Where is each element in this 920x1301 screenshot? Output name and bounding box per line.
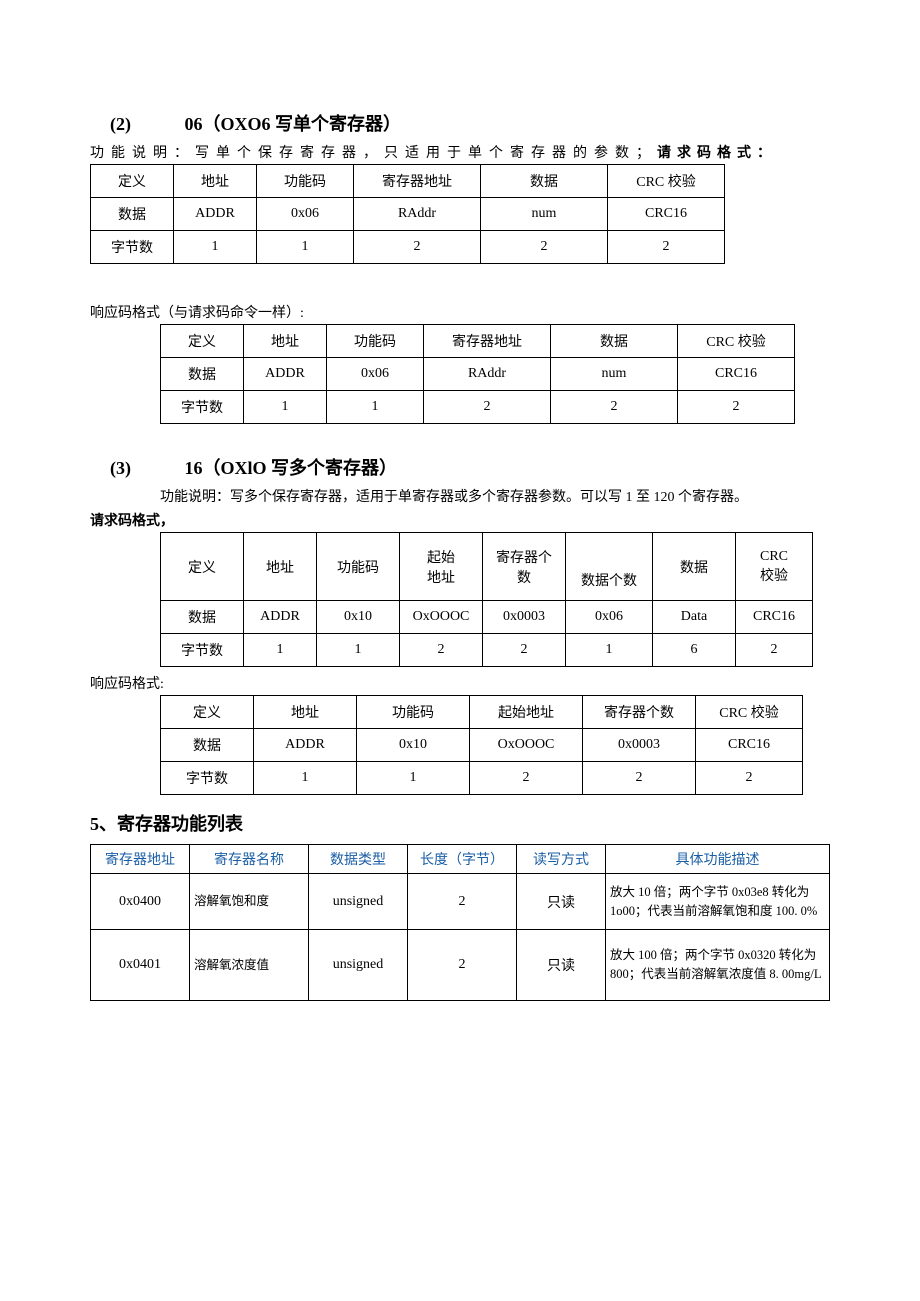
section-3-title: 16（OXlO 写多个寄存器） — [185, 458, 398, 478]
table-row: 定义 地址 功能码 起始地址 寄存器个数 CRC 校验 — [161, 696, 803, 729]
table-row: 定义 地址 功能码 寄存器地址 数据 CRC 校验 — [161, 325, 795, 358]
table-row: 字节数 1 1 2 2 2 — [161, 762, 803, 795]
table-row: 字节数 1 1 2 2 2 — [91, 231, 725, 264]
section-3-request-label: 请求码格式， — [90, 510, 830, 530]
table-row: 0x0401 溶解氧浓度值 unsigned 2 只读 放大 100 倍；两个字… — [91, 930, 830, 1001]
table-row: 数据 ADDR 0x06 RAddr num CRC16 — [161, 358, 795, 391]
section-3-request-table: 定义 地址 功能码 起始地址 寄存器个数 数据个数 数据 CRC校验 数据 AD… — [160, 532, 813, 667]
table-row: 寄存器地址 寄存器名称 数据类型 长度（字节） 读写方式 具体功能描述 — [91, 845, 830, 874]
section-2-title: 06（OXO6 写单个寄存器） — [185, 114, 402, 134]
table-row: 数据 ADDR 0x10 OxOOOC 0x0003 CRC16 — [161, 729, 803, 762]
section-2-response-label: 响应码格式（与请求码命令一样）: — [90, 302, 830, 322]
table-row: 0x0400 溶解氧饱和度 unsigned 2 只读 放大 10 倍；两个字节… — [91, 874, 830, 930]
section-2-num: (2) — [110, 114, 180, 135]
section-3-heading: (3) 16（OXlO 写多个寄存器） — [110, 454, 830, 480]
section-2-desc: 功能说明：写单个保存寄存器，只适用于单个寄存器的参数；请求码格式： — [90, 142, 830, 162]
table-row: 定义 地址 功能码 寄存器地址 数据 CRC 校验 — [91, 165, 725, 198]
section-2-request-table: 定义 地址 功能码 寄存器地址 数据 CRC 校验 数据 ADDR 0x06 R… — [90, 164, 725, 264]
section-3-desc: 功能说明：写多个保存寄存器，适用于单寄存器或多个寄存器参数。可以写 1 至 12… — [160, 486, 830, 506]
section-2-desc-prefix: 功能说明：写单个保存寄存器，只适用于单个寄存器的参数； — [90, 146, 657, 161]
table-row: 字节数 1 1 2 2 1 6 2 — [161, 634, 813, 667]
section-5-heading: 5、寄存器功能列表 — [90, 810, 830, 836]
register-table: 寄存器地址 寄存器名称 数据类型 长度（字节） 读写方式 具体功能描述 0x04… — [90, 844, 830, 1001]
section-3-response-label: 响应码格式: — [90, 673, 830, 693]
section-3-response-table: 定义 地址 功能码 起始地址 寄存器个数 CRC 校验 数据 ADDR 0x10… — [160, 695, 803, 795]
table-row: 数据 ADDR 0x10 OxOOOC 0x0003 0x06 Data CRC… — [161, 601, 813, 634]
table-row: 字节数 1 1 2 2 2 — [161, 391, 795, 424]
section-2-response-table: 定义 地址 功能码 寄存器地址 数据 CRC 校验 数据 ADDR 0x06 R… — [160, 324, 795, 424]
section-3-num: (3) — [110, 458, 180, 479]
table-row: 数据 ADDR 0x06 RAddr num CRC16 — [91, 198, 725, 231]
section-2-heading: (2) 06（OXO6 写单个寄存器） — [110, 110, 830, 136]
section-2-desc-suffix: 请求码格式： — [657, 146, 777, 161]
table-row: 定义 地址 功能码 起始地址 寄存器个数 数据个数 数据 CRC校验 — [161, 533, 813, 601]
